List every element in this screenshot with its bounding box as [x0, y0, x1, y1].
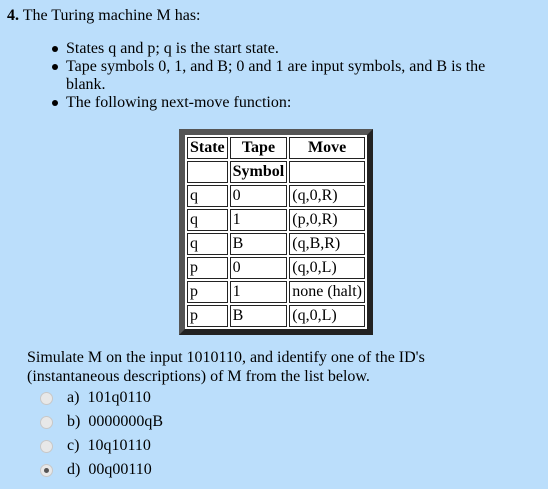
- bullet-list: States q and p; q is the start state. Ta…: [52, 40, 516, 112]
- cell-symbol: 1: [229, 209, 288, 231]
- cell-state: q: [187, 185, 228, 207]
- cell-state: q: [187, 233, 228, 255]
- cell-state: p: [187, 305, 228, 327]
- table-row: q 1 (p,0,R): [187, 209, 365, 231]
- cell-symbol: B: [229, 233, 288, 255]
- cell-symbol: 1: [229, 281, 288, 303]
- transition-table: State Tape Move Symbol q 0 (q,0,R) q 1 (p,0,R…: [179, 129, 373, 335]
- question-prompt: Simulate M on the input 1010110, and ide…: [27, 349, 425, 385]
- table-row: p B (q,0,L): [187, 305, 365, 327]
- option-text: 10q10110: [87, 437, 151, 454]
- answer-option[interactable]: b) 0000000qB: [40, 410, 163, 434]
- cell-move: (q,0,L): [289, 305, 365, 327]
- cell-move: none (halt): [289, 281, 365, 303]
- table-row: p 0 (q,0,L): [187, 257, 365, 279]
- header-blank: [289, 161, 365, 183]
- answer-option[interactable]: c) 10q10110: [40, 434, 163, 458]
- cell-state: p: [187, 257, 228, 279]
- cell-move: (q,B,R): [289, 233, 365, 255]
- cell-move: (p,0,R): [289, 209, 365, 231]
- question-title: 4. The Turing machine M has:: [7, 6, 200, 25]
- table-body: q 0 (q,0,R) q 1 (p,0,R) q B (q,B,R) p 0 (q,0,L) p 1 no…: [187, 185, 365, 327]
- header-blank: [187, 161, 228, 183]
- header-state: State: [187, 137, 228, 159]
- option-text: 101q0110: [87, 389, 151, 406]
- radio-button[interactable]: [40, 439, 53, 453]
- radio-button[interactable]: [40, 415, 53, 429]
- radio-button[interactable]: [40, 463, 53, 477]
- radio-button[interactable]: [40, 391, 53, 405]
- bullet-item: States q and p; q is the start state.: [52, 40, 516, 58]
- option-letter: c): [67, 437, 80, 454]
- option-text: 00q00110: [88, 461, 152, 478]
- cell-move: (q,0,R): [289, 185, 365, 207]
- option-letter: d): [67, 461, 81, 478]
- bullet-item: The following next-move function:: [52, 94, 516, 112]
- cell-symbol: B: [229, 305, 288, 327]
- cell-symbol: 0: [229, 257, 288, 279]
- question-text: The Turing machine M has:: [22, 7, 201, 24]
- option-letter: a): [67, 389, 80, 406]
- option-text: 0000000qB: [88, 413, 163, 430]
- table-row: q 0 (q,0,R): [187, 185, 365, 207]
- bullet-item: Tape symbols 0, 1, and B; 0 and 1 are in…: [52, 58, 516, 94]
- option-letter: b): [67, 413, 81, 430]
- table-row: p 1 none (halt): [187, 281, 365, 303]
- cell-state: q: [187, 209, 228, 231]
- cell-symbol: 0: [229, 185, 288, 207]
- answer-option[interactable]: a) 101q0110: [40, 386, 163, 410]
- answer-option[interactable]: d) 00q00110: [40, 458, 163, 482]
- header-tape-symbol: Symbol: [229, 161, 288, 183]
- cell-move: (q,0,L): [289, 257, 365, 279]
- question-number: 4.: [7, 7, 19, 24]
- table-row: q B (q,B,R): [187, 233, 365, 255]
- answer-options: a) 101q0110 b) 0000000qB c) 10q10110 d) 00q0011…: [40, 386, 163, 482]
- header-move: Move: [289, 137, 365, 159]
- cell-state: p: [187, 281, 228, 303]
- header-tape: Tape: [229, 137, 288, 159]
